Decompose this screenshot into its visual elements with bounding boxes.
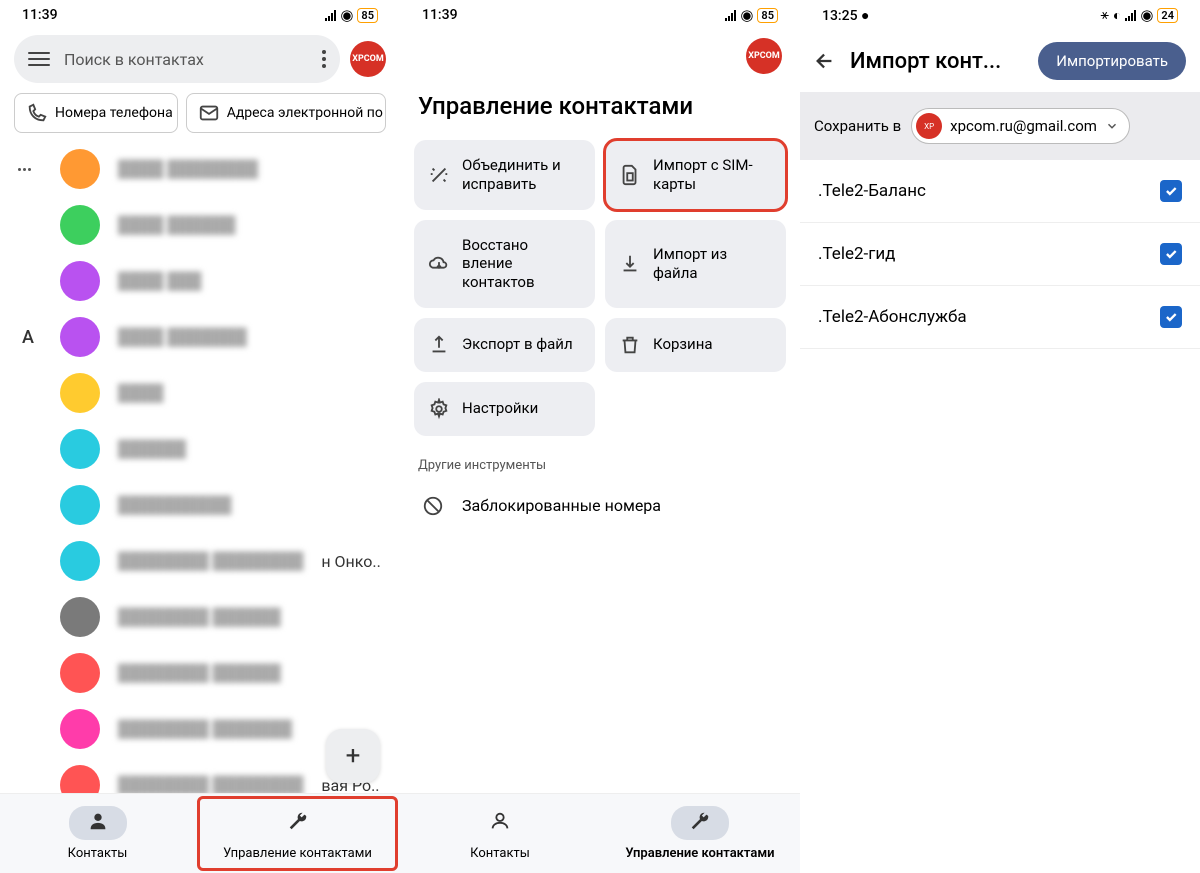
account-email: xpcom.ru@gmail.com — [950, 117, 1097, 135]
contacts-list[interactable]: ████ ████████ ████ ██████ ████ ███ А████… — [0, 141, 400, 793]
gear-icon — [428, 398, 450, 420]
back-icon[interactable] — [814, 50, 836, 72]
page-title: Управление контактами — [400, 78, 800, 140]
status-icons: ⚹ ◐ ◉ 24 — [1100, 6, 1178, 24]
add-contact-fab[interactable]: + — [326, 729, 380, 783]
battery-icon: 85 — [757, 8, 778, 23]
chip-email[interactable]: Адреса электронной по — [186, 93, 386, 133]
bottom-nav: Контакты Управление контактами — [400, 793, 800, 873]
clock: 13:25 ● — [822, 7, 869, 24]
status-bar: 11:39 ◉ 85 — [0, 0, 400, 30]
list-item[interactable]: ████████ ████████н Онко.. — [0, 533, 400, 589]
download-icon — [619, 253, 641, 275]
page-title: Импорт конт... — [850, 49, 1024, 74]
bluetooth-icon: ⚹ — [1100, 7, 1108, 23]
block-icon — [422, 495, 444, 517]
chip-phone-numbers[interactable]: Номера телефона — [14, 93, 178, 133]
screen-import-contacts: 13:25 ● ⚹ ◐ ◉ 24 Импорт конт... Импортир… — [800, 0, 1200, 873]
account-selector[interactable]: XP xpcom.ru@gmail.com — [911, 108, 1130, 144]
tile-settings[interactable]: Настройки — [414, 382, 595, 436]
nav-manage[interactable]: Управление контактами — [600, 794, 800, 873]
menu-icon[interactable] — [28, 52, 50, 66]
search-placeholder: Поиск в контактах — [64, 50, 204, 69]
person-icon — [87, 810, 109, 832]
nav-manage[interactable]: Управление контактами — [197, 796, 398, 871]
signal-icon — [1125, 10, 1136, 21]
recent-icon — [18, 168, 31, 171]
profile-avatar[interactable]: XPCOM — [350, 41, 386, 77]
person-icon — [489, 810, 511, 832]
status-icons: ◉ 85 — [325, 6, 378, 24]
signal-icon — [325, 10, 336, 21]
list-item[interactable]: ██████ — [0, 421, 400, 477]
list-item[interactable]: А████ ███████ — [0, 309, 400, 365]
more-icon[interactable] — [322, 50, 326, 68]
trash-icon — [619, 334, 641, 356]
chevron-down-icon — [1105, 119, 1119, 133]
section-other-tools: Другие инструменты — [400, 436, 800, 485]
wrench-icon — [287, 810, 309, 832]
upload-icon — [428, 334, 450, 356]
cloud-icon — [428, 253, 450, 275]
email-icon — [198, 102, 220, 124]
nav-contacts[interactable]: Контакты — [400, 794, 600, 873]
search-input[interactable]: Поиск в контактах — [14, 35, 340, 83]
sim-icon — [619, 164, 641, 186]
checkbox-checked[interactable] — [1160, 306, 1182, 328]
account-avatar: XP — [916, 113, 942, 139]
battery-icon: 85 — [357, 8, 378, 23]
checkbox-checked[interactable] — [1160, 243, 1182, 265]
status-icons: ◉ 85 — [725, 6, 778, 24]
tile-import-file[interactable]: Импорт из файла — [605, 220, 786, 308]
list-item[interactable]: .Tele2-Абонслужба — [800, 286, 1200, 349]
save-to-label: Сохранить в — [814, 117, 901, 135]
list-item[interactable]: ████ ███ — [0, 253, 400, 309]
status-bar: 13:25 ● ⚹ ◐ ◉ 24 — [800, 0, 1200, 30]
list-item[interactable]: .Tele2-гид — [800, 223, 1200, 286]
nav-contacts[interactable]: Контакты — [0, 794, 195, 873]
screen-contacts-list: 11:39 ◉ 85 Поиск в контактах XPCOM Номер… — [0, 0, 400, 873]
list-item[interactable]: .Tele2-Баланс — [800, 160, 1200, 223]
clock: 11:39 — [422, 7, 458, 23]
row-blocked-numbers[interactable]: Заблокированные номера — [400, 485, 800, 527]
list-item[interactable]: ████ — [0, 365, 400, 421]
wifi-icon: ◉ — [1140, 6, 1153, 24]
wifi-icon: ◉ — [340, 6, 353, 24]
import-button[interactable]: Импортировать — [1038, 42, 1186, 80]
list-item[interactable]: ████████ ██████ — [0, 645, 400, 701]
profile-avatar[interactable]: XPCOM — [746, 38, 782, 74]
signal-icon — [725, 10, 736, 21]
list-item[interactable]: ████████ ██████ — [0, 589, 400, 645]
clock: 11:39 — [22, 7, 58, 23]
wifi-icon: ◉ — [740, 6, 753, 24]
list-item[interactable]: ██████████ — [0, 477, 400, 533]
screen-manage-contacts: 11:39 ◉ 85 XPCOM Управление контактами О… — [400, 0, 800, 873]
checkbox-checked[interactable] — [1160, 180, 1182, 202]
tile-restore[interactable]: Восстано вление контактов — [414, 220, 595, 308]
wrench-icon — [689, 810, 711, 832]
tile-trash[interactable]: Корзина — [605, 318, 786, 372]
vibrate-icon: ◐ — [1113, 7, 1121, 24]
import-list: .Tele2-Баланс .Tele2-гид .Tele2-Абонслуж… — [800, 160, 1200, 349]
tile-merge-fix[interactable]: Объединить и исправить — [414, 140, 595, 210]
battery-icon: 24 — [1157, 8, 1178, 23]
bottom-nav: Контакты Управление контактами — [0, 793, 400, 873]
section-letter: А — [22, 327, 34, 348]
list-item[interactable]: ████ ████████ — [0, 141, 400, 197]
wand-icon — [428, 164, 450, 186]
save-to-bar: Сохранить в XP xpcom.ru@gmail.com — [800, 92, 1200, 160]
phone-icon — [26, 102, 48, 124]
tile-export-file[interactable]: Экспорт в файл — [414, 318, 595, 372]
list-item[interactable]: ████ ██████ — [0, 197, 400, 253]
tile-import-sim[interactable]: Импорт с SIM-карты — [605, 140, 786, 210]
header: Импорт конт... Импортировать — [800, 30, 1200, 92]
status-bar: 11:39 ◉ 85 — [400, 0, 800, 30]
